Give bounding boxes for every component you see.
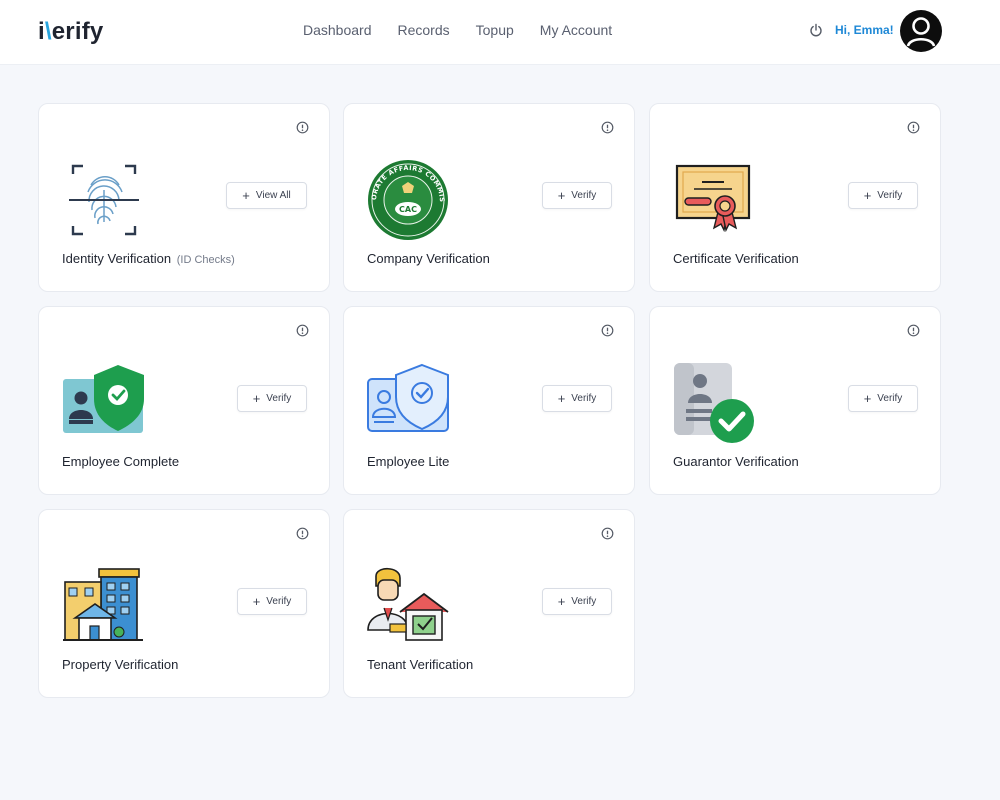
card-title: Certificate Verification [673, 251, 799, 266]
info-icon[interactable] [907, 121, 920, 134]
verify-button[interactable]: + Verify [542, 588, 612, 615]
verify-button[interactable]: + Verify [848, 182, 918, 209]
card-guarantor-verification: + Verify Guarantor Verification [649, 306, 941, 495]
verify-button[interactable]: + Verify [848, 385, 918, 412]
employee-shield-outline-icon [367, 363, 449, 432]
verify-button[interactable]: + Verify [237, 385, 307, 412]
tenant-house-icon [367, 567, 449, 641]
info-icon[interactable] [296, 121, 309, 134]
info-icon[interactable] [296, 527, 309, 540]
button-label: Verify [266, 596, 292, 607]
plus-icon: + [557, 187, 566, 203]
top-header: i\erify Dashboard Records Topup My Accou… [0, 0, 1000, 64]
cac-seal-icon: CORPORATE AFFAIRS COMMISSION CAC [366, 160, 448, 240]
user-icon [906, 17, 936, 47]
nav-topup[interactable]: Topup [476, 22, 514, 38]
button-label: View All [255, 190, 291, 201]
fingerprint-scan-icon [69, 164, 139, 236]
card-title: Company Verification [367, 251, 490, 266]
card-title: Employee Complete [62, 454, 179, 469]
main-nav: Dashboard Records Topup My Account [303, 22, 638, 38]
card-tenant-verification: + Verify Tenant Verification [343, 509, 635, 698]
buildings-icon [63, 568, 143, 641]
card-title: Employee Lite [367, 454, 449, 469]
info-icon[interactable] [601, 121, 614, 134]
info-icon[interactable] [601, 527, 614, 540]
plus-icon: + [863, 390, 872, 406]
iverify-logo[interactable]: i\erify [38, 18, 103, 46]
guarantor-check-icon [674, 363, 754, 443]
title-text: Tenant Verification [367, 657, 474, 672]
card-title: Property Verification [62, 657, 178, 672]
title-text: Employee Complete [62, 454, 180, 469]
user-avatar[interactable] [900, 10, 942, 52]
nav-my-account[interactable]: My Account [540, 22, 612, 38]
button-label: Verify [266, 393, 292, 404]
verify-button[interactable]: + Verify [542, 182, 612, 209]
svg-text:CAC: CAC [399, 205, 417, 214]
button-label: Verify [571, 393, 597, 404]
title-text: Identity Verification [62, 251, 172, 266]
button-label: Verify [571, 190, 597, 201]
plus-icon: + [557, 390, 566, 406]
title-subtitle: (ID Checks) [176, 254, 235, 266]
plus-icon: + [863, 187, 872, 203]
button-label: Verify [877, 393, 903, 404]
button-label: Verify [877, 190, 903, 201]
title-text: Guarantor Verification [673, 454, 799, 469]
card-title: Guarantor Verification [673, 454, 799, 469]
card-identity-verification: + View All Identity Verification (ID Chec… [38, 103, 330, 292]
card-title: Identity Verification (ID Checks) [62, 251, 235, 266]
plus-icon: + [557, 593, 566, 609]
certificate-icon [675, 164, 751, 233]
nav-dashboard[interactable]: Dashboard [303, 22, 372, 38]
user-greeting[interactable]: Hi, Emma! [835, 23, 894, 37]
plus-icon: + [242, 187, 250, 203]
verify-button[interactable]: + Verify [542, 385, 612, 412]
card-employee-lite: + Verify Employee Lite [343, 306, 635, 495]
nav-records[interactable]: Records [398, 22, 450, 38]
employee-shield-check-icon [63, 365, 144, 433]
title-text: Company Verification [367, 251, 490, 266]
plus-icon: + [252, 390, 261, 406]
title-text: Certificate Verification [673, 251, 799, 266]
info-icon[interactable] [601, 324, 614, 337]
card-property-verification: + Verify Property Verification [38, 509, 330, 698]
title-text: Property Verification [62, 657, 179, 672]
view-all-button[interactable]: + View All [226, 182, 307, 209]
info-icon[interactable] [907, 324, 920, 337]
card-company-verification: CORPORATE AFFAIRS COMMISSION CAC + Verify… [343, 103, 635, 292]
power-icon[interactable] [809, 23, 823, 37]
card-employee-complete: + Verify Employee Complete [38, 306, 330, 495]
card-title: Tenant Verification [367, 657, 473, 672]
card-certificate-verification: + Verify Certificate Verification [649, 103, 941, 292]
button-label: Verify [571, 596, 597, 607]
title-text: Employee Lite [367, 454, 450, 469]
info-icon[interactable] [296, 324, 309, 337]
verify-button[interactable]: + Verify [237, 588, 307, 615]
plus-icon: + [252, 593, 261, 609]
